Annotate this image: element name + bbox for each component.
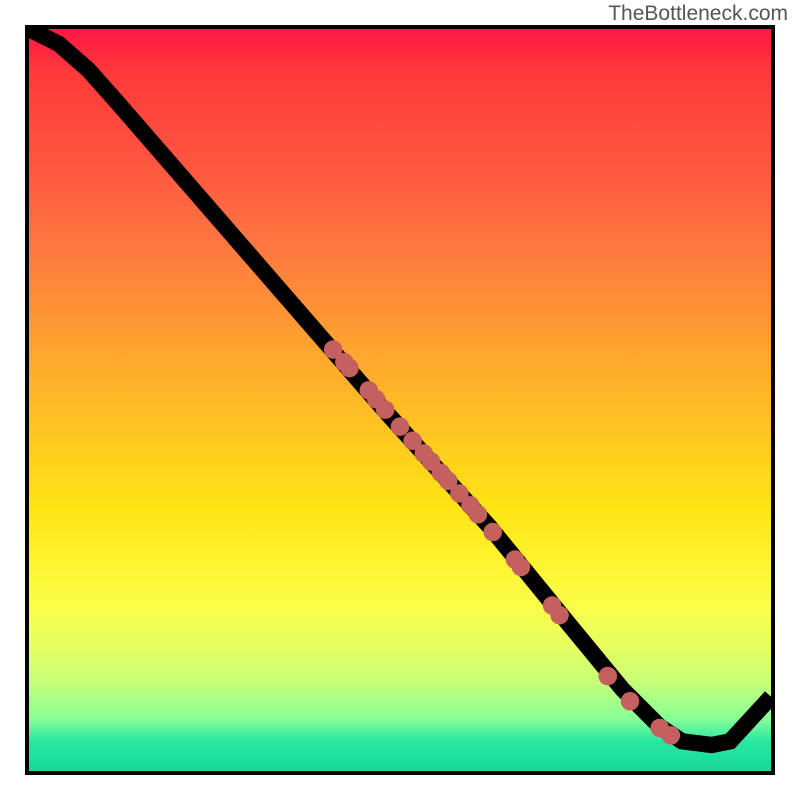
chart-area — [25, 25, 775, 775]
data-marker — [512, 558, 531, 577]
data-marker — [483, 523, 502, 542]
plot-svg — [29, 29, 771, 771]
data-marker — [391, 417, 410, 436]
data-marker — [340, 359, 359, 378]
curve-path — [29, 29, 771, 745]
data-marker — [376, 400, 395, 419]
data-marker — [469, 505, 488, 524]
watermark-text: TheBottleneck.com — [608, 2, 788, 26]
data-marker — [621, 692, 640, 711]
data-marker — [662, 726, 681, 745]
data-marker — [550, 606, 569, 625]
data-marker — [598, 667, 617, 686]
